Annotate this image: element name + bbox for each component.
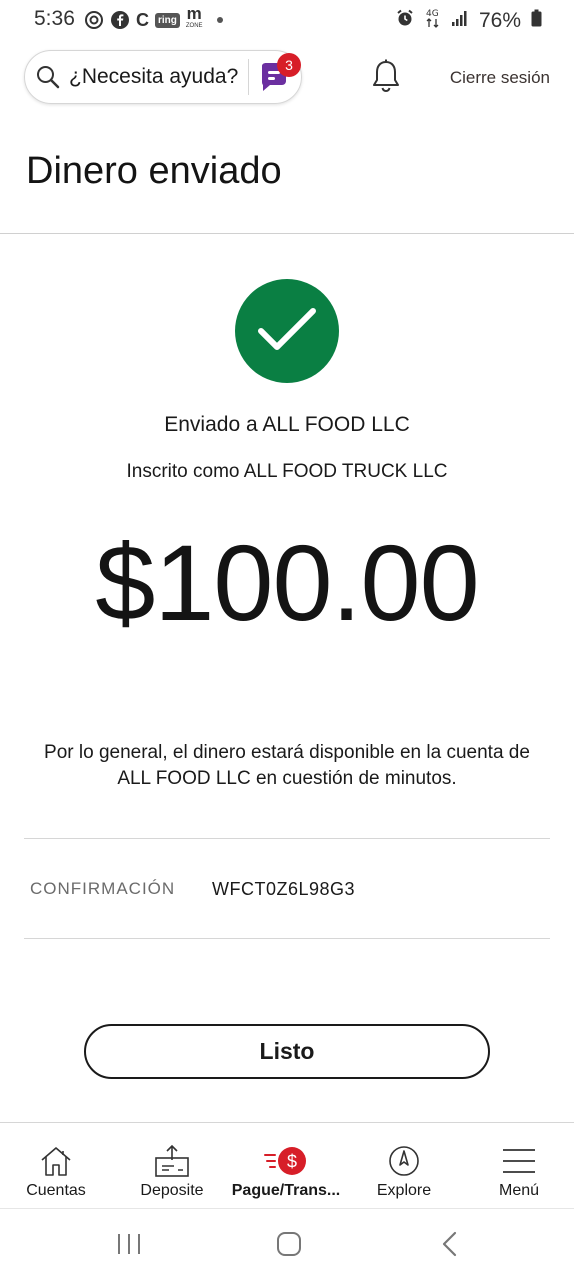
- svg-text:$: $: [287, 1152, 297, 1172]
- divider: [24, 838, 550, 839]
- page-title: Dinero enviado: [26, 150, 282, 192]
- confirmation-label: CONFIRMACIÓN: [30, 879, 176, 898]
- nav-label: Explore: [376, 1182, 432, 1199]
- amount-sent: $100.00: [95, 522, 479, 643]
- alarm-icon: [395, 8, 415, 33]
- home-icon[interactable]: [276, 1231, 302, 1262]
- done-button[interactable]: Listo: [84, 1024, 490, 1079]
- app-header: ¿Necesita ayuda? 3 Cierre sesión: [0, 40, 574, 120]
- help-search-pill[interactable]: ¿Necesita ayuda? 3: [24, 50, 302, 104]
- system-icons: 4G 76%: [395, 7, 542, 34]
- m-zone-icon: m ZONE: [185, 4, 203, 32]
- m-zone-letter: m: [186, 4, 202, 23]
- recents-icon[interactable]: [116, 1231, 142, 1262]
- back-icon[interactable]: [440, 1231, 460, 1262]
- nav-item-menu[interactable]: Menú: [489, 1123, 549, 1209]
- svg-text:4G: 4G: [426, 9, 439, 19]
- success-check-icon: [235, 279, 339, 383]
- enrolled-as-text: Inscrito como ALL FOOD TRUCK LLC: [126, 461, 448, 482]
- confirmation-number: WFCT0Z6L98G3: [212, 879, 356, 899]
- c-app-icon: C: [136, 9, 149, 30]
- house-icon: [39, 1143, 73, 1179]
- search-icon: [35, 64, 61, 95]
- help-text: ¿Necesita ayuda?: [69, 65, 239, 88]
- bell-icon[interactable]: [370, 58, 402, 99]
- threads-icon: [84, 10, 104, 30]
- nav-label: Deposite: [140, 1182, 204, 1199]
- status-bar: 5:36 C ring m ZONE 4G 76%: [0, 0, 574, 40]
- sign-out-link[interactable]: Cierre sesión: [450, 68, 550, 88]
- nav-item-accounts[interactable]: Cuentas: [15, 1123, 97, 1209]
- pill-divider: [248, 59, 249, 95]
- facebook-icon: [110, 10, 130, 30]
- status-time: 5:36: [34, 7, 75, 30]
- signal-icon: [451, 9, 469, 32]
- bottom-nav: Cuentas Deposite $ Pague/Trans... Explor…: [0, 1122, 574, 1208]
- ring-icon: ring: [155, 12, 180, 28]
- dot-icon: [216, 17, 223, 23]
- nav-item-explore[interactable]: Explore: [368, 1123, 440, 1209]
- compass-icon: [387, 1143, 421, 1179]
- nav-label: Cuentas: [26, 1182, 86, 1199]
- deposit-icon: [154, 1143, 190, 1179]
- availability-note: Por lo general, el dinero estará disponi…: [44, 742, 530, 789]
- sent-to-text: Enviado a ALL FOOD LLC: [164, 413, 410, 436]
- title-divider: [0, 233, 574, 234]
- battery-percent: 76%: [478, 8, 521, 32]
- battery-icon: [531, 9, 542, 32]
- hamburger-icon: [501, 1143, 537, 1179]
- divider: [24, 938, 550, 939]
- data-4g-icon: 4G: [425, 7, 441, 34]
- android-nav-bar: [0, 1208, 574, 1280]
- notification-icons: C ring m ZONE: [84, 4, 223, 32]
- nav-label: Pague/Trans...: [231, 1182, 341, 1199]
- money-sent-screen: 5:36 C ring m ZONE 4G 76% ¿Necesita ayud…: [0, 0, 574, 1280]
- pay-transfer-icon: $: [263, 1143, 309, 1179]
- nav-item-deposit[interactable]: Deposite: [132, 1123, 212, 1209]
- chat-badge: 3: [277, 53, 301, 77]
- nav-item-pay-transfer[interactable]: $ Pague/Trans...: [226, 1123, 346, 1209]
- nav-label: Menú: [498, 1182, 540, 1199]
- m-zone-caption: ZONE: [185, 23, 203, 29]
